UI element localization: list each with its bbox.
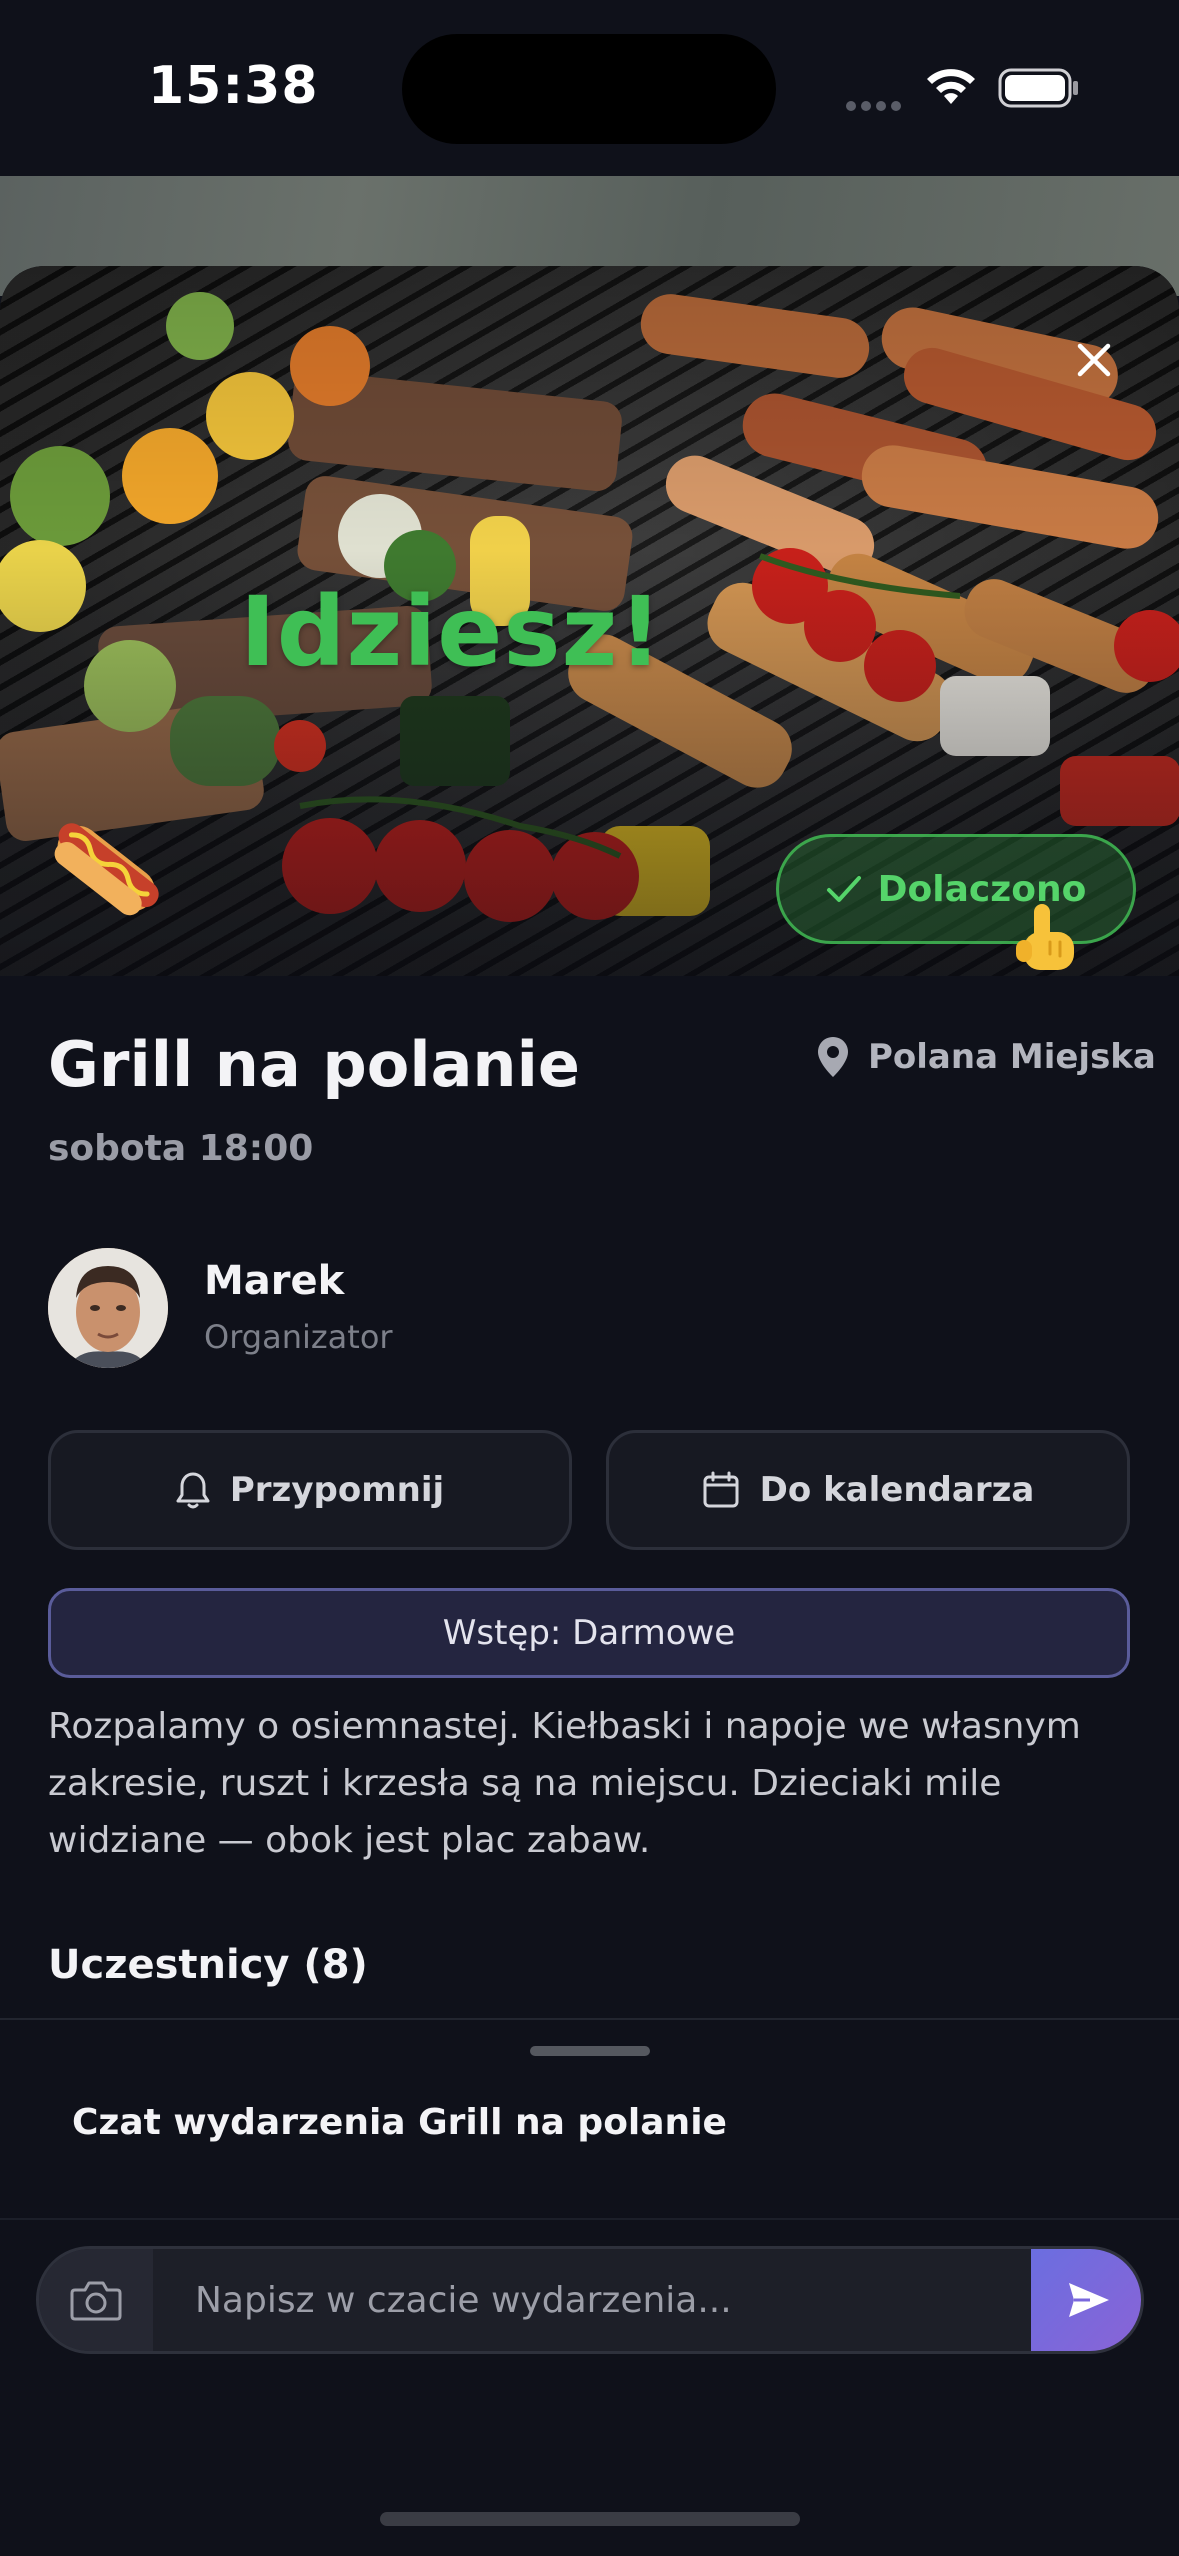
chat-message-input[interactable] — [153, 2249, 1033, 2351]
calendar-button-label: Do kalendarza — [759, 1470, 1035, 1510]
event-hero-image: Idziesz! Dolaczono — [0, 266, 1179, 976]
chat-composer — [36, 2246, 1144, 2354]
location-label: Polana Miejska — [868, 1037, 1156, 1077]
home-indicator — [380, 2512, 800, 2526]
send-icon — [1069, 2283, 1109, 2317]
wifi-icon — [927, 69, 975, 104]
chat-divider — [0, 2218, 1179, 2220]
send-button[interactable] — [1031, 2249, 1141, 2351]
entry-fee-label: Wstęp: Darmowe — [442, 1613, 736, 1653]
remind-button-label: Przypomnij — [229, 1470, 445, 1510]
event-time: sobota 18:00 — [48, 1128, 314, 1169]
add-to-calendar-button[interactable]: Do kalendarza — [606, 1430, 1130, 1550]
camera-icon — [70, 2281, 122, 2321]
calendar-icon — [703, 1471, 739, 1508]
going-status-label: Idziesz! — [240, 576, 664, 688]
organizer-avatar[interactable] — [48, 1248, 168, 1368]
check-icon — [826, 876, 861, 902]
pointing-hand-emoji — [1010, 902, 1080, 976]
event-description: Rozpalamy o osiemnastej. Kiełbaski i nap… — [48, 1706, 1081, 1861]
chat-drag-handle[interactable] — [530, 2046, 650, 2056]
organizer-name: Marek — [204, 1258, 345, 1304]
chat-title: Czat wydarzenia Grill na polanie — [72, 2102, 727, 2143]
cellular-signal-icon — [846, 96, 906, 115]
map-pin-icon — [818, 1037, 848, 1077]
pointing-hand-icon — [1016, 904, 1074, 970]
remind-button[interactable]: Przypomnij — [48, 1430, 572, 1550]
event-detail-sheet: Idziesz! Dolaczono Grill na polanie sobo… — [0, 266, 1179, 2556]
close-button[interactable] — [1066, 332, 1122, 388]
entry-fee-badge: Wstęp: Darmowe — [48, 1588, 1130, 1678]
event-title: Grill na polanie — [48, 1028, 580, 1101]
status-time: 15:38 — [148, 56, 319, 116]
hotdog-emoji — [46, 806, 170, 930]
event-location[interactable]: Polana Miejska — [816, 1032, 1156, 1082]
avatar-image — [48, 1248, 168, 1368]
status-bar: 15:38 — [0, 0, 1179, 176]
dynamic-island — [402, 34, 776, 144]
participants-heading: Uczestnicy (8) — [48, 1942, 368, 1988]
hotdog-icon — [54, 823, 159, 916]
bell-icon — [176, 1472, 210, 1509]
event-chat-panel: Czat wydarzenia Grill na polanie — [0, 2018, 1179, 2556]
camera-button[interactable] — [39, 2249, 153, 2351]
joined-button[interactable]: Dolaczono — [776, 834, 1136, 944]
close-icon — [1077, 343, 1111, 377]
organizer-role: Organizator — [204, 1318, 393, 1356]
battery-icon — [998, 68, 1078, 108]
